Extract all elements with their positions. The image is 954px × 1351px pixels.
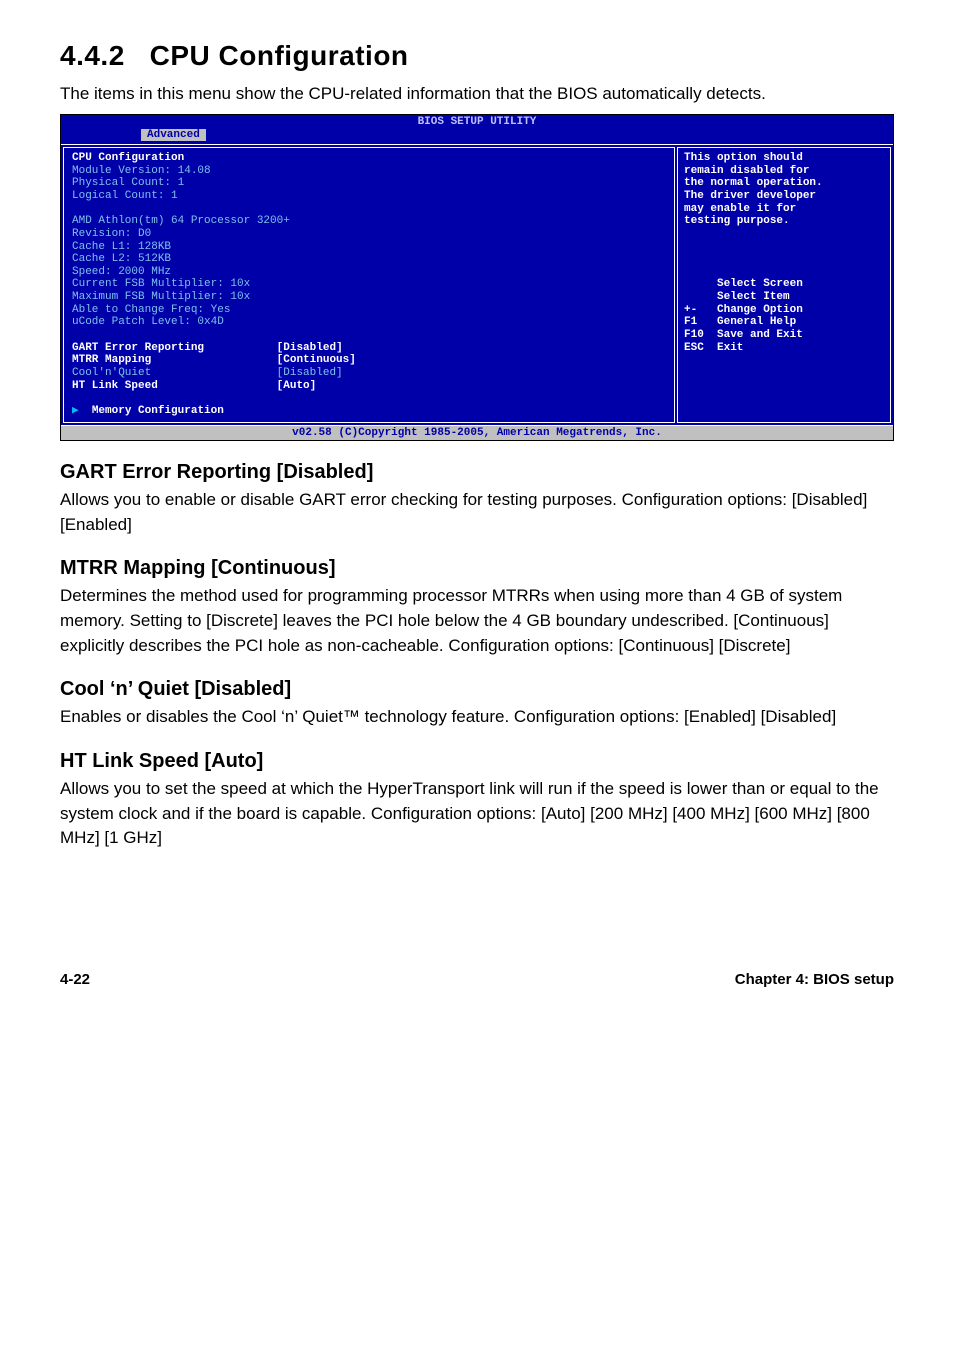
para-gart: Allows you to enable or disable GART err… [60,488,894,537]
bios-right-panel: This option should remain disabled for t… [677,147,891,422]
bios-left-panel: CPU Configuration Module Version: 14.08 … [63,147,675,422]
bios-opt-gart[interactable]: GART Error Reporting [72,342,204,354]
heading-ht: HT Link Speed [Auto] [60,750,894,773]
bios-info-ucode: uCode Patch Level: 0x4D [72,316,224,328]
bios-window: BIOS SETUP UTILITY Advanced CPU Configur… [60,114,894,441]
bios-opt-mtrr-val[interactable]: [Continuous] [277,354,356,366]
section-number: 4.4.2 [60,40,125,71]
bios-opt-cool[interactable]: Cool'n'Quiet [72,367,151,379]
section-intro: The items in this menu show the CPU-rela… [60,82,894,106]
bios-header: BIOS SETUP UTILITY [61,115,893,130]
para-ht: Allows you to set the speed at which the… [60,777,894,851]
submenu-arrow-icon: ▶ [72,405,79,417]
bios-info-speed: Speed: 2000 MHz [72,266,171,278]
bios-opt-gart-val[interactable]: [Disabled] [277,342,343,354]
heading-gart: GART Error Reporting [Disabled] [60,461,894,484]
bios-cpu-config-title: CPU Configuration [72,152,184,164]
bios-info-freq: Able to Change Freq: Yes [72,304,230,316]
page-footer: 4-22 Chapter 4: BIOS setup [60,971,894,988]
bios-nav-help: Select Screen Select Item +- Change Opti… [684,278,803,353]
bios-tabs: Advanced [61,129,893,144]
page-number: 4-22 [60,971,90,988]
bios-footer: v02.58 (C)Copyright 1985-2005, American … [61,426,893,441]
bios-opt-ht[interactable]: HT Link Speed [72,380,158,392]
bios-info-l1: Cache L1: 128KB [72,241,171,253]
bios-help-text: This option should remain disabled for t… [684,152,823,227]
bios-info-rev: Revision: D0 [72,228,151,240]
para-cool: Enables or disables the Cool ‘n’ Quiet™ … [60,705,894,730]
section-name: CPU Configuration [150,40,409,71]
bios-info-logical: Logical Count: 1 [72,190,178,202]
heading-cool: Cool ‘n’ Quiet [Disabled] [60,678,894,701]
bios-info-l2: Cache L2: 512KB [72,253,171,265]
bios-opt-ht-val[interactable]: [Auto] [277,380,317,392]
bios-info-cpu: AMD Athlon(tm) 64 Processor 3200+ [72,215,290,227]
para-mtrr: Determines the method used for programmi… [60,584,894,658]
bios-info-curfsb: Current FSB Multiplier: 10x [72,278,250,290]
chapter-label: Chapter 4: BIOS setup [735,971,894,988]
bios-opt-mtrr[interactable]: MTRR Mapping [72,354,151,366]
bios-info-module: Module Version: 14.08 [72,165,211,177]
heading-mtrr: MTRR Mapping [Continuous] [60,557,894,580]
bios-tab-advanced[interactable]: Advanced [141,129,206,141]
section-title: 4.4.2 CPU Configuration [60,40,894,72]
bios-opt-cool-val[interactable]: [Disabled] [277,367,343,379]
bios-info-physical: Physical Count: 1 [72,177,184,189]
bios-info-maxfsb: Maximum FSB Multiplier: 10x [72,291,250,303]
bios-submenu-memory[interactable]: Memory Configuration [92,405,224,417]
